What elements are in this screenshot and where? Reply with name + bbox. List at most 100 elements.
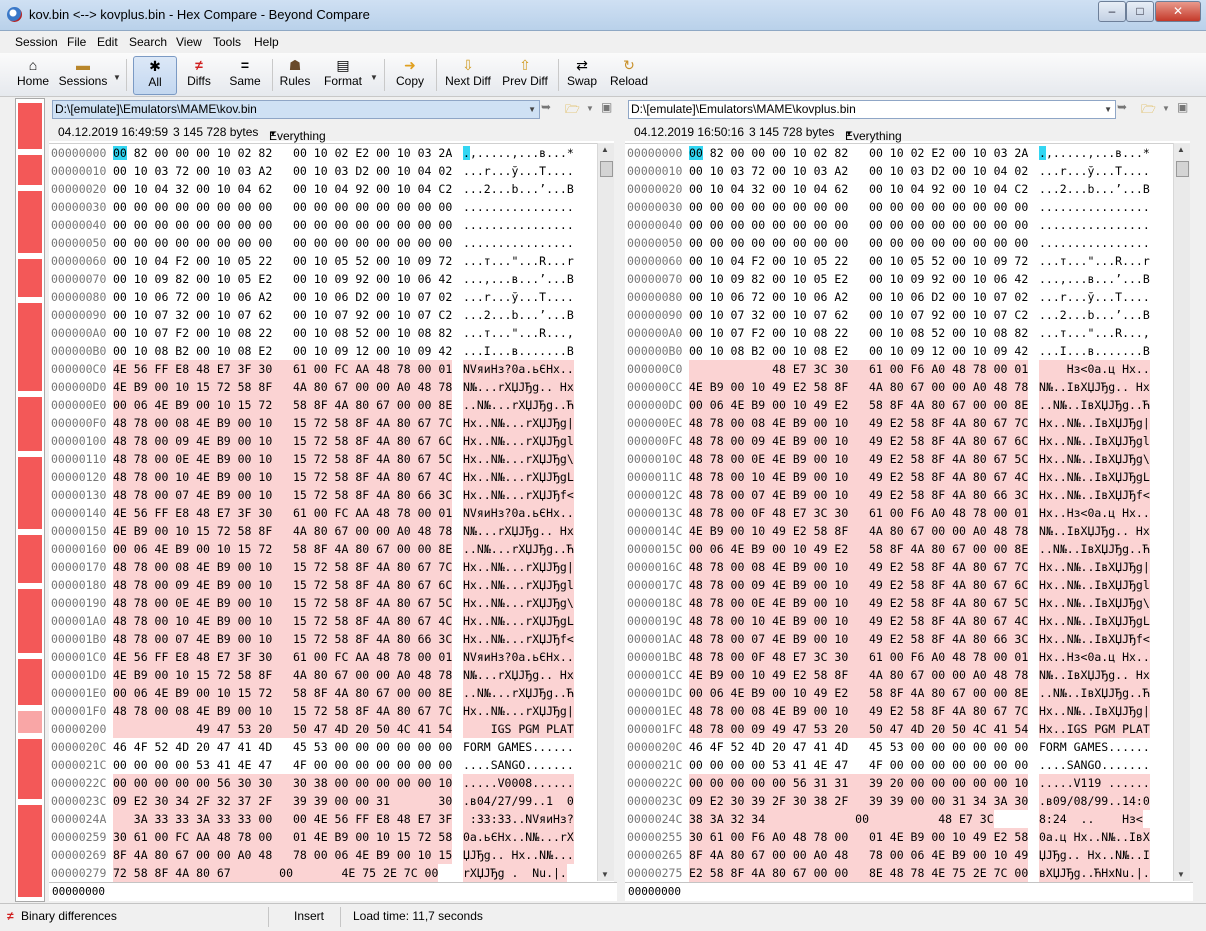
row-hex-bytes[interactable]: 46 4F 52 4D 20 47 41 4D 45 53 00 00 00 0… [113, 738, 452, 756]
hex-row[interactable]: 00000255 30 61 00 F6 A0 48 78 00 01 4E B9… [625, 828, 1185, 846]
row-hex-bytes[interactable]: 00 10 06 72 00 10 06 A2 00 10 06 D2 00 1… [689, 288, 1028, 306]
swap-button[interactable]: ⇄ Swap [564, 56, 600, 93]
hex-row[interactable]: 000001AC 48 78 00 07 4E B9 00 10 49 E2 58… [625, 630, 1185, 648]
row-hex-bytes[interactable]: 48 78 00 0E 4E B9 00 10 49 E2 58 8F 4A 8… [689, 594, 1029, 612]
left-vertical-scrollbar[interactable]: ▲ ▼ [597, 143, 614, 881]
hex-row[interactable]: 000000CC 4E B9 00 10 49 E2 58 8F 4A 80 67… [625, 378, 1185, 396]
hex-row[interactable]: 000001EC 48 78 00 08 4E B9 00 10 49 E2 58… [625, 702, 1185, 720]
row-text[interactable]: вXЏJЂg..ЋHxNu.|. [1039, 864, 1150, 882]
row-text[interactable]: Hx..N№...rXЏJЂg| [463, 702, 574, 720]
row-text[interactable]: IGS PGM PLAT [463, 720, 574, 738]
row-hex-bytes[interactable]: 00 10 04 F2 00 10 05 22 00 10 05 52 00 1… [113, 252, 452, 270]
row-text[interactable]: ...2...b...’...В [463, 306, 574, 324]
hex-row[interactable]: 000000C0 48 E7 3C 30 61 00 F6 A0 48 78 0… [625, 360, 1185, 378]
hex-row[interactable]: 00000190 48 78 00 0E 4E B9 00 10 15 72 58… [49, 594, 609, 612]
row-text[interactable]: NVяиНз?0a.ьЄHx.. [463, 504, 574, 522]
minimize-button[interactable]: – [1098, 1, 1126, 22]
row-hex-bytes[interactable]: 8F 4A 80 67 00 00 A0 48 78 00 06 4E B9 0… [113, 846, 453, 864]
row-hex-bytes[interactable]: 00 10 03 72 00 10 03 A2 00 10 03 D2 00 1… [689, 162, 1028, 180]
all-filter-button[interactable]: ✱ All [133, 56, 177, 95]
row-text[interactable]: ..N№...rXЏJЂg..Ћ [463, 684, 574, 702]
menu-file[interactable]: File [67, 35, 86, 49]
hex-row[interactable]: 000000B0 00 10 08 B2 00 10 08 E2 00 10 09… [49, 342, 609, 360]
row-hex-bytes[interactable]: 00 10 04 32 00 10 04 62 00 10 04 92 00 1… [689, 180, 1028, 198]
chevron-down-icon[interactable]: ▼ [528, 101, 536, 118]
row-hex-bytes[interactable]: 48 78 00 08 4E B9 00 10 15 72 58 8F 4A 8… [113, 702, 453, 720]
row-text[interactable]: FORM GAMES...... [463, 738, 574, 756]
scroll-up-icon[interactable]: ▲ [1177, 145, 1185, 154]
row-text[interactable]: N№..IвXЏJЂg.. Hx [1039, 522, 1150, 540]
hex-row[interactable]: 000000D0 4E B9 00 10 15 72 58 8F 4A 80 67… [49, 378, 609, 396]
hex-row[interactable]: 0000012C 48 78 00 07 4E B9 00 10 49 E2 58… [625, 486, 1185, 504]
hex-row[interactable]: 000001BC 48 78 00 0F 48 E7 3C 30 61 00 F6… [625, 648, 1185, 666]
row-hex-bytes[interactable]: 00 00 00 00 53 41 4E 47 4F 00 00 00 00 0… [689, 756, 1028, 774]
hex-row[interactable]: 000001A0 48 78 00 10 4E B9 00 10 15 72 58… [49, 612, 609, 630]
row-text[interactable]: NVяиНз?0a.ьЄHx.. [463, 360, 574, 378]
row-hex-bytes[interactable]: 72 58 8F 4A 80 67 00 4E 75 2E 7C 00 [113, 864, 439, 882]
open-folder-icon[interactable]: 🗁 [565, 100, 580, 121]
scroll-down-icon[interactable]: ▼ [601, 870, 609, 879]
save-icon[interactable]: ▣ [601, 100, 612, 114]
hex-row[interactable]: 000000A0 00 10 07 F2 00 10 08 22 00 10 08… [49, 324, 609, 342]
hex-row[interactable]: 000000A0 00 10 07 F2 00 10 08 22 00 10 08… [625, 324, 1185, 342]
row-text[interactable]: ...,...в...’...B [463, 270, 574, 288]
hex-row[interactable]: 000000F0 48 78 00 08 4E B9 00 10 15 72 58… [49, 414, 609, 432]
row-text[interactable]: Hx..N№...rXЏJЂf< [463, 486, 574, 504]
scroll-thumb[interactable] [1176, 161, 1189, 177]
hex-row[interactable]: 00000070 00 10 09 82 00 10 05 E2 00 10 09… [625, 270, 1185, 288]
close-button[interactable]: ✕ [1155, 1, 1201, 22]
row-text[interactable]: Hx..N№..IвXЏJЂg| [1039, 414, 1150, 432]
right-path-input[interactable]: D:\[emulate]\Emulators\MAME\kovplus.bin ▼ [628, 100, 1116, 119]
left-path-input[interactable]: D:\[emulate]\Emulators\MAME\kov.bin ▼ [52, 100, 540, 119]
hex-row[interactable]: 00000269 8F 4A 80 67 00 00 A0 48 78 00 06… [49, 846, 609, 864]
row-hex-bytes[interactable]: 00 00 00 00 00 00 00 00 00 00 00 00 00 0… [113, 234, 452, 252]
row-hex-bytes[interactable]: 46 4F 52 4D 20 47 41 4D 45 53 00 00 00 0… [689, 738, 1028, 756]
row-text[interactable]: FORM GAMES...... [1039, 738, 1150, 756]
hex-row[interactable]: 0000013C 48 78 00 0F 48 E7 3C 30 61 00 F6… [625, 504, 1185, 522]
row-text[interactable]: Hx..Нз<0a.ц Hx.. [1039, 648, 1150, 666]
row-text[interactable]: Hx..N№...rXЏJЂgL [463, 468, 574, 486]
row-text[interactable]: Hx..N№..IвXЏJЂgL [1039, 612, 1150, 630]
row-text[interactable]: N№..IвXЏJЂg.. Hx [1039, 666, 1150, 684]
hex-row[interactable]: 0000018C 48 78 00 0E 4E B9 00 10 49 E2 58… [625, 594, 1185, 612]
row-text[interactable]: 8:24 .. Нз< [1039, 810, 1143, 828]
row-text[interactable]: .,.....,...в...* [463, 144, 574, 162]
row-text[interactable]: NVяиНз?0a.ьЄHx.. [463, 648, 574, 666]
hex-row[interactable]: 00000120 48 78 00 10 4E B9 00 10 15 72 58… [49, 468, 609, 486]
save-icon[interactable]: ▣ [1177, 100, 1188, 114]
row-hex-bytes[interactable]: 48 78 00 07 4E B9 00 10 49 E2 58 8F 4A 8… [689, 486, 1029, 504]
row-text[interactable]: ...т..."...R..., [1039, 324, 1150, 342]
row-hex-bytes[interactable]: 00 00 00 00 00 00 00 00 00 00 00 00 00 0… [689, 216, 1028, 234]
hex-row[interactable]: 000001B0 48 78 00 07 4E B9 00 10 15 72 58… [49, 630, 609, 648]
chevron-down-icon[interactable]: ▼ [1104, 101, 1112, 118]
row-hex-bytes[interactable]: 48 78 00 10 4E B9 00 10 49 E2 58 8F 4A 8… [689, 612, 1029, 630]
row-hex-bytes[interactable]: 48 78 00 09 4E B9 00 10 49 E2 58 8F 4A 8… [689, 576, 1029, 594]
row-hex-bytes[interactable]: 3A 33 33 3A 33 33 00 00 4E 56 FF E8 48 E… [113, 810, 453, 828]
row-hex-bytes[interactable]: 48 78 00 10 4E B9 00 10 15 72 58 8F 4A 8… [113, 612, 453, 630]
row-hex-bytes[interactable]: 00 82 00 00 00 10 02 82 00 10 02 E2 00 1… [689, 144, 1028, 162]
row-hex-bytes[interactable]: 48 78 00 08 4E B9 00 10 15 72 58 8F 4A 8… [113, 558, 453, 576]
row-text[interactable]: ..N№..IвXЏJЂg..Ћ [1039, 540, 1150, 558]
row-text[interactable]: ....SANGO....... [1039, 756, 1150, 774]
hex-row[interactable]: 00000090 00 10 07 32 00 10 07 62 00 10 07… [625, 306, 1185, 324]
hex-row[interactable]: 00000130 48 78 00 07 4E B9 00 10 15 72 58… [49, 486, 609, 504]
row-hex-bytes[interactable]: 48 78 00 07 4E B9 00 10 15 72 58 8F 4A 8… [113, 630, 453, 648]
hex-row[interactable]: 000001D0 4E B9 00 10 15 72 58 8F 4A 80 67… [49, 666, 609, 684]
row-hex-bytes[interactable]: 09 E2 30 39 2F 30 38 2F 39 39 00 00 31 3… [689, 792, 1029, 810]
hex-row[interactable]: 00000275 E2 58 8F 4A 80 67 00 00 8E 48 78… [625, 864, 1185, 882]
navigate-icon[interactable]: ➥ [541, 100, 551, 114]
row-text[interactable]: .в04/27/99..1 0 [463, 792, 574, 810]
right-hex-view[interactable]: 00000000 00 82 00 00 00 10 02 82 00 10 02… [625, 143, 1190, 882]
row-hex-bytes[interactable]: 00 00 00 00 00 00 00 00 00 00 00 00 00 0… [689, 198, 1028, 216]
prev-diff-button[interactable]: ⇧ Prev Diff [500, 56, 550, 93]
row-hex-bytes[interactable]: 09 E2 30 34 2F 32 37 2F 39 39 00 00 31 3… [113, 792, 453, 810]
hex-row[interactable]: 00000259 30 61 00 FC AA 48 78 00 01 4E B9… [49, 828, 609, 846]
row-hex-bytes[interactable]: 4E B9 00 10 49 E2 58 8F 4A 80 67 00 00 A… [689, 378, 1029, 396]
row-hex-bytes[interactable]: 48 78 00 08 4E B9 00 10 15 72 58 8F 4A 8… [113, 414, 453, 432]
row-hex-bytes[interactable]: 48 78 00 07 4E B9 00 10 15 72 58 8F 4A 8… [113, 486, 453, 504]
hex-row[interactable]: 00000060 00 10 04 F2 00 10 05 22 00 10 05… [625, 252, 1185, 270]
hex-row[interactable]: 000000C0 4E 56 FF E8 48 E7 3F 30 61 00 FC… [49, 360, 609, 378]
menu-session[interactable]: Session [15, 35, 58, 49]
hex-row[interactable]: 00000090 00 10 07 32 00 10 07 62 00 10 07… [49, 306, 609, 324]
hex-row[interactable]: 000000DC 00 06 4E B9 00 10 49 E2 58 8F 4A… [625, 396, 1185, 414]
